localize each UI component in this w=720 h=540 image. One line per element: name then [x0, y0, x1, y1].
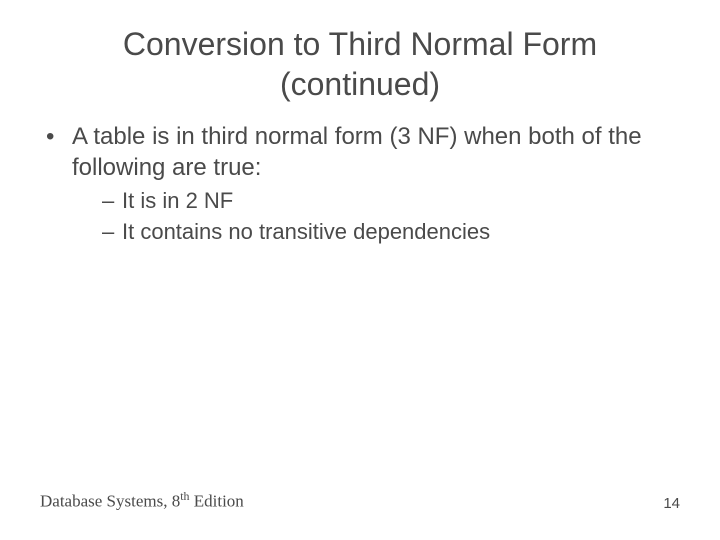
- slide-body: A table is in third normal form (3 NF) w…: [0, 104, 720, 246]
- sub-text-1: It is in 2 NF: [122, 188, 233, 213]
- title-line-2: (continued): [280, 66, 440, 102]
- bullet-list: A table is in third normal form (3 NF) w…: [40, 122, 680, 246]
- slide-title: Conversion to Third Normal Form (continu…: [0, 0, 720, 104]
- slide: Conversion to Third Normal Form (continu…: [0, 0, 720, 540]
- footer-text: Database Systems, 8th Edition: [40, 489, 244, 512]
- bullet-text-1: A table is in third normal form (3 NF) w…: [72, 123, 642, 181]
- page-number: 14: [663, 495, 680, 512]
- sub-text-2: It contains no transitive dependencies: [122, 219, 490, 244]
- bullet-item-1: A table is in third normal form (3 NF) w…: [40, 122, 680, 246]
- footer-prefix: Database Systems, 8: [40, 492, 180, 511]
- footer-suffix: Edition: [189, 492, 243, 511]
- title-line-1: Conversion to Third Normal Form: [123, 26, 597, 62]
- sub-list: It is in 2 NF It contains no transitive …: [72, 187, 680, 245]
- sub-item-1: It is in 2 NF: [102, 187, 680, 215]
- sub-item-2: It contains no transitive dependencies: [102, 218, 680, 246]
